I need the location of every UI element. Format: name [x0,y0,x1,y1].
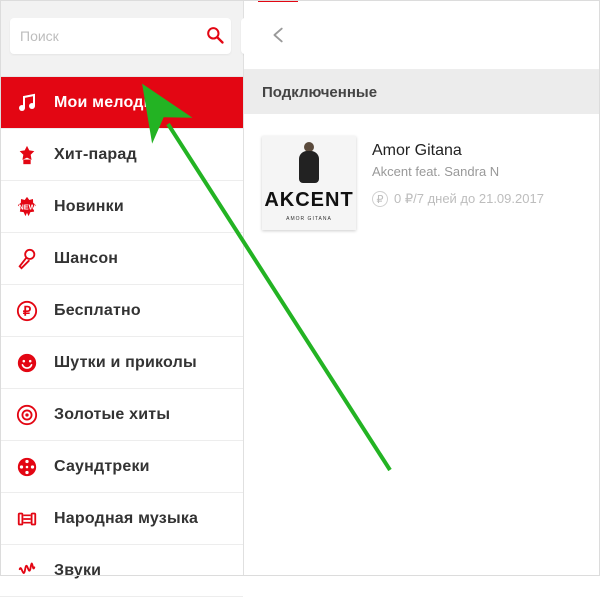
sidebar-item-label: Саундтреки [54,458,150,476]
price-line: ₽ 0 ₽/7 дней до 21.09.2017 [372,191,582,207]
price-text: 0 ₽/7 дней до 21.09.2017 [394,191,544,207]
sidebar: А-Я Мои мелодии Хит-парад [0,0,244,576]
film-reel-icon [14,454,40,480]
sidebar-top: А-Я [0,0,243,77]
sidebar-item-label: Мои мелодии [54,94,164,112]
soundwave-icon [14,558,40,584]
section-header: Подключенные [244,70,600,114]
sidebar-menu: Мои мелодии Хит-парад NEW Новинки [0,77,243,597]
track-card[interactable]: AKCENT AMOR GITANA Amor Gitana Akcent fe… [262,136,582,230]
sidebar-item-folk[interactable]: Народная музыка [0,493,243,545]
disc-icon [14,402,40,428]
sidebar-item-label: Народная музыка [54,510,198,528]
search-icon[interactable] [205,25,225,45]
sidebar-item-label: Шансон [54,250,118,268]
sidebar-item-free[interactable]: ₽ Бесплатно [0,285,243,337]
svg-text:NEW: NEW [18,202,35,211]
cover-logo-text: AKCENT [262,189,356,212]
sidebar-item-my-melodies[interactable]: Мои мелодии [0,77,243,129]
sidebar-item-label: Звуки [54,562,101,580]
ruble-icon: ₽ [14,298,40,324]
section-header-label: Подключенные [262,84,377,101]
sidebar-item-new[interactable]: NEW Новинки [0,181,243,233]
search-input[interactable] [10,18,231,54]
cover-subtext: AMOR GITANA [262,216,356,222]
sidebar-item-label: Шутки и приколы [54,354,197,372]
sidebar-item-hitparade[interactable]: Хит-парад [0,129,243,181]
track-artist: Akcent feat. Sandra N [372,164,582,179]
sidebar-item-gold[interactable]: Золотые хиты [0,389,243,441]
topbar [244,0,600,70]
back-button[interactable] [268,24,290,46]
new-badge-icon: NEW [14,194,40,220]
sidebar-item-sounds[interactable]: Звуки [0,545,243,597]
track-title: Amor Gitana [372,142,582,160]
sidebar-item-soundtracks[interactable]: Саундтреки [0,441,243,493]
track-meta: Amor Gitana Akcent feat. Sandra N ₽ 0 ₽/… [372,136,582,230]
ruble-badge-icon: ₽ [372,191,388,207]
main-panel: Подключенные AKCENT AMOR GITANA Amor Git… [244,0,600,576]
sidebar-item-label: Хит-парад [54,146,137,164]
svg-text:₽: ₽ [23,303,32,318]
sidebar-item-label: Золотые хиты [54,406,170,424]
sidebar-item-chanson[interactable]: Шансон [0,233,243,285]
search-field-wrap[interactable] [10,18,231,54]
chart-icon [14,142,40,168]
sidebar-item-jokes[interactable]: Шутки и приколы [0,337,243,389]
smiley-icon [14,350,40,376]
sidebar-item-label: Бесплатно [54,302,141,320]
cover-figure [293,142,325,188]
album-cover[interactable]: AKCENT AMOR GITANA [262,136,356,230]
accordion-icon [14,506,40,532]
mic-icon [14,246,40,272]
melody-icon [14,90,40,116]
sidebar-item-label: Новинки [54,198,124,216]
